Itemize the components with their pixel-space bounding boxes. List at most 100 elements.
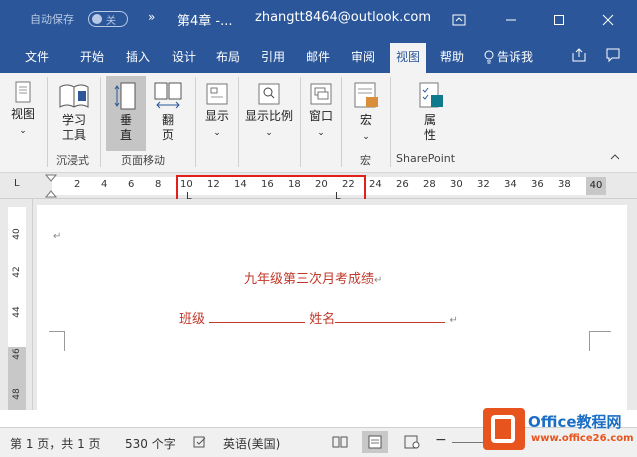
ruler-tick: 6 [128,179,135,190]
group-macros: 宏 [360,154,371,167]
vertical-scroll-icon [114,82,136,110]
vruler-tick: 42 [12,266,22,278]
close-button[interactable] [585,0,631,40]
tab-view[interactable]: 视图 [390,43,427,73]
macro-icon [354,82,378,108]
views-button[interactable]: 视图 ⌄ [8,81,38,139]
show-button[interactable]: 显示 ⌄ [201,81,233,141]
indent-marker-icon[interactable] [44,173,58,199]
collapse-ribbon-button[interactable] [610,153,620,164]
vruler-tick: 48 [12,388,22,400]
tab-review[interactable]: 审阅 [351,48,375,65]
ruler-tick: 2 [74,179,81,190]
class-blank [209,309,306,323]
paragraph-mark: ↵ [374,275,383,286]
lightbulb-icon [484,50,494,63]
ruler-tick: 38 [558,179,571,190]
learning-tools-label-1: 学习 [61,113,86,127]
window-button[interactable]: 窗口 ⌄ [305,81,337,141]
vruler-tick: 40 [12,228,22,240]
word-count[interactable]: 530 个字 [125,435,176,452]
group-sharepoint: SharePoint [396,152,456,165]
properties-label-1: 属 [423,113,436,127]
minimize-button[interactable] [488,0,534,40]
web-layout-icon [404,435,420,449]
autosave-toggle[interactable]: 关 [88,11,128,27]
tell-me-label: 告诉我 [497,50,534,64]
zoom-out-button[interactable]: − [435,432,447,448]
web-layout-button[interactable] [404,435,420,452]
watermark-title: Office教程网 [528,413,622,431]
learning-tools-label-2: 工具 [61,128,86,142]
properties-label-2: 性 [423,128,436,142]
paragraph-mark: ↵ [449,315,458,326]
ruler-tick: 24 [369,179,382,190]
language[interactable]: 英语(美国) [223,435,280,452]
share-button[interactable] [571,47,587,66]
side-to-side-button[interactable]: 翻 页 [150,81,186,143]
right-margin-marker[interactable]: 40 [586,177,606,195]
tab-home[interactable]: 开始 [80,48,104,65]
macros-button[interactable]: 宏 ⌄ [350,81,382,145]
views-label: 视图 [10,107,35,121]
ruler-tick: 4 [101,179,108,190]
print-layout-button[interactable] [362,431,388,453]
proofing-button[interactable] [193,435,207,452]
tab-mailings[interactable]: 邮件 [306,48,330,65]
side-to-side-label-2: 页 [161,128,174,142]
ribbon-tabs: 文件 开始 插入 设计 布局 引用 邮件 审阅 视图 帮助 告诉我 [0,40,637,73]
read-mode-icon [332,436,348,448]
page-view-icon [15,81,31,103]
heading-text: 九年级第三次月考成绩 [244,272,375,287]
read-mode-button[interactable] [332,435,348,452]
tab-selector[interactable]: L [14,178,20,189]
title-bar: 自动保存 关 » 第4章 -... zhangtt8464@outlook.co… [0,0,637,40]
document-heading: 九年级第三次月考成绩↵ [244,268,382,287]
share-icon [572,48,586,62]
vertical-ruler[interactable]: 40 42 44 46 48 [0,199,33,410]
tab-help[interactable]: 帮助 [440,48,464,65]
ruler-tick: 36 [531,179,544,190]
tab-layout[interactable]: 布局 [216,48,240,65]
toggle-knob [92,14,102,24]
show-icon [206,83,228,105]
form-line: 班级 姓名 ↵ [179,308,458,327]
ruler-tick: 32 [477,179,490,190]
more-commands-button[interactable]: » [148,10,155,24]
user-account[interactable]: zhangtt8464@outlook.com [255,10,431,25]
horizontal-ruler[interactable]: L 2 4 6 8 10 12 14 16 18 20 22 24 26 28 … [0,173,637,206]
properties-button[interactable]: 属 性 [410,81,450,143]
side-to-side-label-1: 翻 [161,113,174,127]
separator [100,77,101,167]
vruler-tick: 46 [12,348,22,360]
learning-tools-button[interactable]: 学习 工具 [56,81,92,143]
zoom-button[interactable]: 显示比例 ⌄ [241,81,297,141]
document-title: 第4章 -... [177,14,233,29]
comments-button[interactable] [605,47,621,66]
separator [300,77,301,167]
office-logo-icon [483,408,525,450]
macros-label: 宏 [359,113,372,127]
autosave-label: 自动保存 [30,13,74,26]
ribbon-display-icon [452,14,466,26]
tab-insert[interactable]: 插入 [126,48,150,65]
tab-file[interactable]: 文件 [25,48,49,65]
vertical-label-2: 直 [119,128,132,142]
tab-design[interactable]: 设计 [172,48,196,65]
ribbon-display-button[interactable] [436,0,482,40]
side-to-side-icon [154,82,182,109]
maximize-button[interactable] [536,0,582,40]
tell-me-search[interactable]: 告诉我 [484,48,533,65]
chevron-up-icon [610,154,620,160]
document-page[interactable]: ↵ 九年级第三次月考成绩↵ 班级 姓名 ↵ [37,205,627,415]
paragraph-mark: ↵ [53,231,62,242]
separator [341,77,342,167]
tab-references[interactable]: 引用 [261,48,285,65]
margin-corner [49,331,65,351]
margin-corner [589,331,611,351]
minimize-icon [506,19,516,21]
ribbon-view: 视图 ⌄ 学习 工具 沉浸式 垂 直 翻 页 页面移动 显示 ⌄ 显示比例 ⌄ 窗口 ⌄… [0,73,637,173]
vertical-button[interactable]: 垂 直 [106,76,146,151]
page-count[interactable]: 第 1 页，共 1 页 [10,435,101,452]
ruler-tick: 8 [155,179,162,190]
